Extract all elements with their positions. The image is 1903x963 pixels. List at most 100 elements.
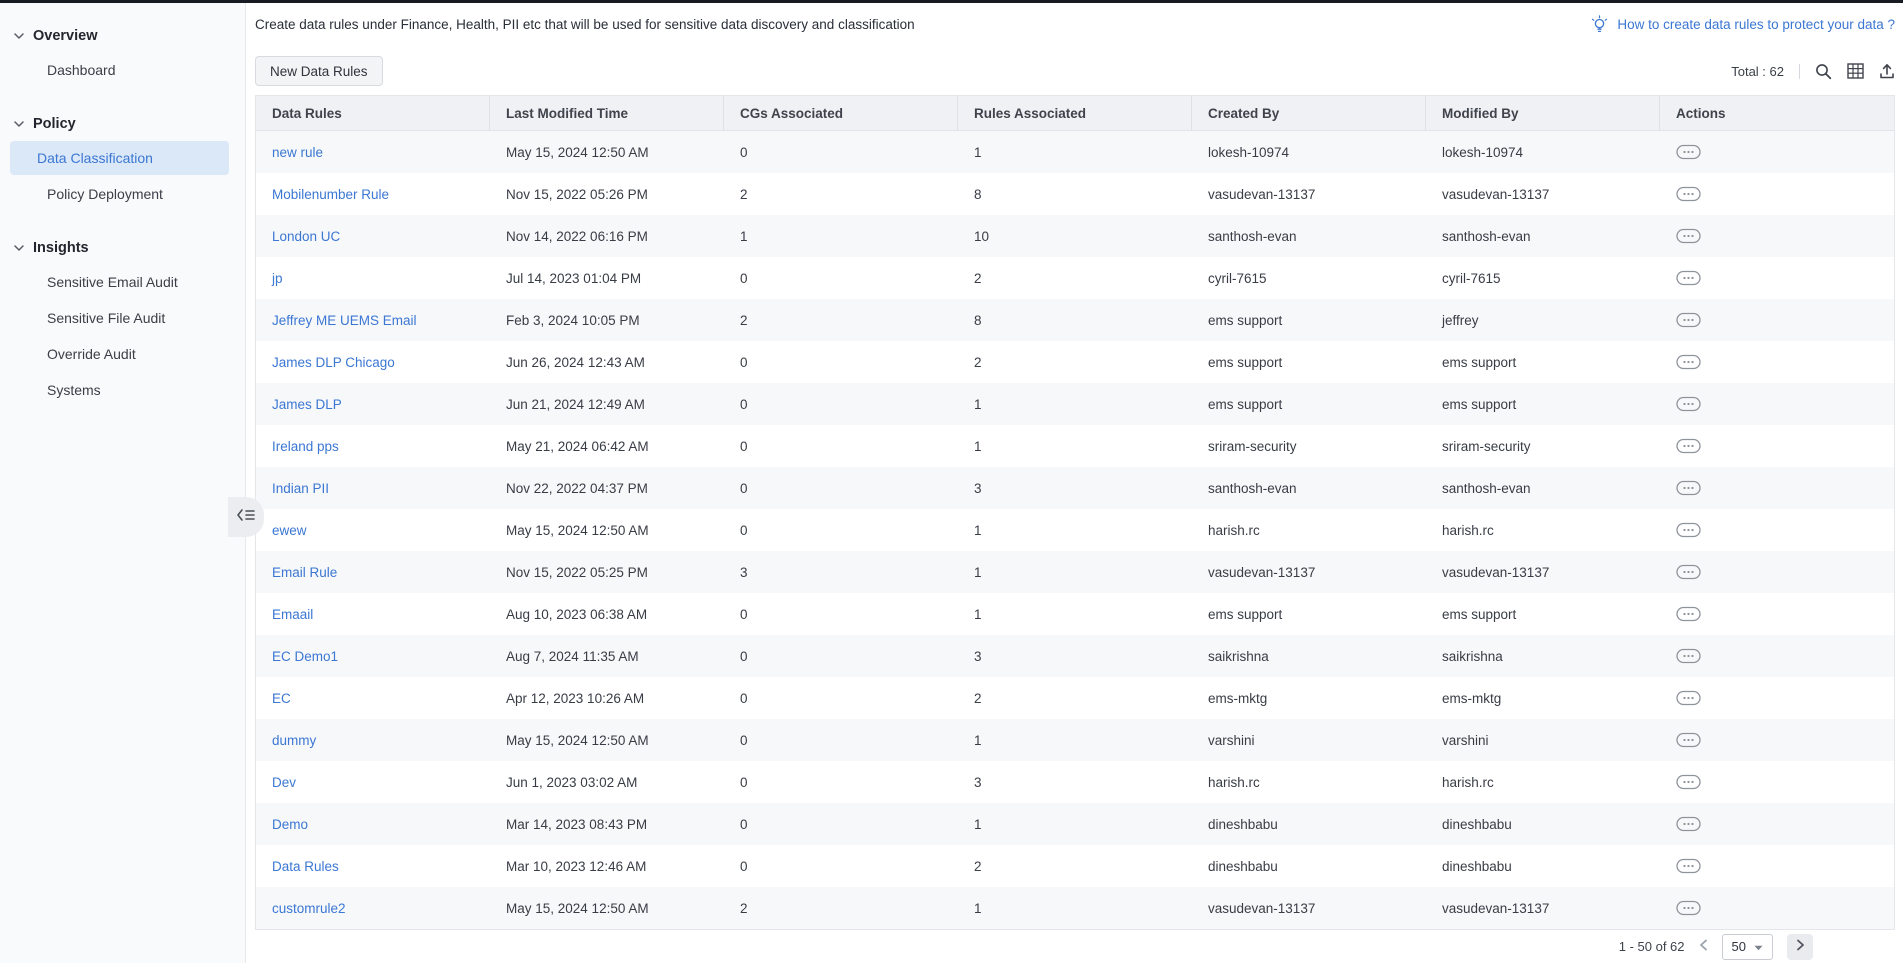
page-size-select[interactable]: 50 [1721,933,1773,960]
cell-created-by: ems-mktg [1208,690,1268,706]
rule-link[interactable]: Mobilenumber Rule [272,187,389,202]
cell-last-modified: May 21, 2024 06:42 AM [506,438,649,454]
more-actions-icon[interactable] [1676,396,1701,412]
cell-cgs-associated: 0 [740,144,748,160]
more-actions-icon[interactable] [1676,522,1701,538]
more-actions-icon[interactable] [1676,312,1701,328]
more-actions-icon[interactable] [1676,186,1701,202]
sidebar-item-systems[interactable]: Systems [10,373,229,407]
more-actions-icon[interactable] [1676,438,1701,454]
cell-modified-by: harish.rc [1442,522,1494,538]
cell-created-by: santhosh-evan [1208,480,1297,496]
rule-link[interactable]: Email Rule [272,565,337,580]
rule-link[interactable]: James DLP [272,397,342,412]
more-actions-icon[interactable] [1676,564,1701,580]
more-actions-icon[interactable] [1676,816,1701,832]
cell-cgs-associated: 1 [740,228,748,244]
cell-cgs-associated: 0 [740,774,748,790]
rule-link[interactable]: Jeffrey ME UEMS Email [272,313,417,328]
cell-rules-associated: 3 [974,648,982,664]
rule-link[interactable]: new rule [272,145,323,160]
more-actions-icon[interactable] [1676,270,1701,286]
column-header-data-rules: Data Rules [256,96,490,131]
table-row: ewew May 15, 2024 12:50 AM 0 1 harish.rc hari… [256,509,1894,552]
new-data-rules-button[interactable]: New Data Rules [255,56,383,87]
cell-rules-associated: 1 [974,606,982,622]
table-row: Indian PII Nov 22, 2022 04:37 PM 0 3 santhos… [256,467,1894,510]
cell-rules-associated: 1 [974,816,982,832]
cell-modified-by: lokesh-10974 [1442,144,1524,160]
cell-cgs-associated: 0 [740,858,748,874]
table-body: new rule May 15, 2024 12:50 AM 0 1 lokesh-10… [256,131,1894,930]
rule-link[interactable]: EC Demo1 [272,649,338,664]
help-link[interactable]: How to create data rules to protect your… [1590,15,1895,34]
more-actions-icon[interactable] [1676,354,1701,370]
sidebar-section-insights[interactable]: Insights [0,233,245,263]
rule-link[interactable]: jp [272,271,283,286]
cell-rules-associated: 3 [974,774,982,790]
collapse-sidebar-icon [236,508,256,527]
sidebar-item-override-audit[interactable]: Override Audit [10,337,229,371]
rule-link[interactable]: Emaail [272,607,313,622]
cell-rules-associated: 1 [974,732,982,748]
more-actions-icon[interactable] [1676,690,1701,706]
sidebar-item-sensitive-email-audit[interactable]: Sensitive Email Audit [10,265,229,299]
prev-page-button[interactable] [1699,938,1708,956]
cell-created-by: sriram-security [1208,438,1297,454]
collapse-sidebar-button[interactable] [228,497,264,537]
rule-link[interactable]: ewew [272,523,307,538]
cell-created-by: vasudevan-13137 [1208,186,1316,202]
table-row: Dev Jun 1, 2023 03:02 AM 0 3 harish.rc harish… [256,761,1894,804]
rule-link[interactable]: dummy [272,733,316,748]
export-icon[interactable] [1879,63,1895,80]
sidebar-section-policy[interactable]: Policy [0,109,245,139]
cell-last-modified: Aug 10, 2023 06:38 AM [506,606,648,622]
rule-link[interactable]: James DLP Chicago [272,355,395,370]
more-actions-icon[interactable] [1676,900,1701,916]
more-actions-icon[interactable] [1676,858,1701,874]
cell-rules-associated: 8 [974,186,982,202]
next-page-button[interactable] [1787,933,1813,960]
cell-last-modified: Feb 3, 2024 10:05 PM [506,312,640,328]
more-actions-icon[interactable] [1676,732,1701,748]
cell-rules-associated: 1 [974,900,982,916]
cell-last-modified: May 15, 2024 12:50 AM [506,732,649,748]
page-size-value: 50 [1731,939,1746,955]
table-row: Demo Mar 14, 2023 08:43 PM 0 1 dineshbabu din… [256,803,1894,846]
cell-modified-by: vasudevan-13137 [1442,564,1550,580]
rule-link[interactable]: Demo [272,817,308,832]
cell-rules-associated: 8 [974,312,982,328]
rule-link[interactable]: customrule2 [272,901,346,916]
sidebar-item-data-classification[interactable]: Data Classification [10,141,229,175]
rule-link[interactable]: London UC [272,229,340,244]
column-header-cgs-associated: CGs Associated [724,96,958,131]
search-icon[interactable] [1815,63,1832,80]
cell-created-by: dineshbabu [1208,858,1278,874]
table-row: Data Rules Mar 10, 2023 12:46 AM 0 2 dineshb… [256,845,1894,888]
rule-link[interactable]: Ireland pps [272,439,339,454]
cell-last-modified: Jun 1, 2023 03:02 AM [506,774,638,790]
cell-cgs-associated: 2 [740,186,748,202]
sidebar-item-policy-deployment[interactable]: Policy Deployment [10,177,229,211]
more-actions-icon[interactable] [1676,606,1701,622]
rule-link[interactable]: Indian PII [272,481,329,496]
cell-cgs-associated: 0 [740,648,748,664]
rule-link[interactable]: Data Rules [272,859,339,874]
more-actions-icon[interactable] [1676,774,1701,790]
cell-modified-by: jeffrey [1442,312,1479,328]
cell-rules-associated: 1 [974,522,982,538]
rule-link[interactable]: Dev [272,775,296,790]
sidebar-item-sensitive-file-audit[interactable]: Sensitive File Audit [10,301,229,335]
rule-link[interactable]: EC [272,691,291,706]
pagination-bar: 1 - 50 of 62 50 [255,929,1895,963]
column-chooser-icon[interactable] [1847,63,1864,80]
more-actions-icon[interactable] [1676,648,1701,664]
more-actions-icon[interactable] [1676,228,1701,244]
cell-rules-associated: 1 [974,144,982,160]
more-actions-icon[interactable] [1676,480,1701,496]
sidebar-section-overview[interactable]: Overview [0,21,245,51]
cell-last-modified: Nov 22, 2022 04:37 PM [506,480,648,496]
more-actions-icon[interactable] [1676,144,1701,160]
chevron-right-icon [1796,938,1805,956]
sidebar-item-dashboard[interactable]: Dashboard [10,53,229,87]
